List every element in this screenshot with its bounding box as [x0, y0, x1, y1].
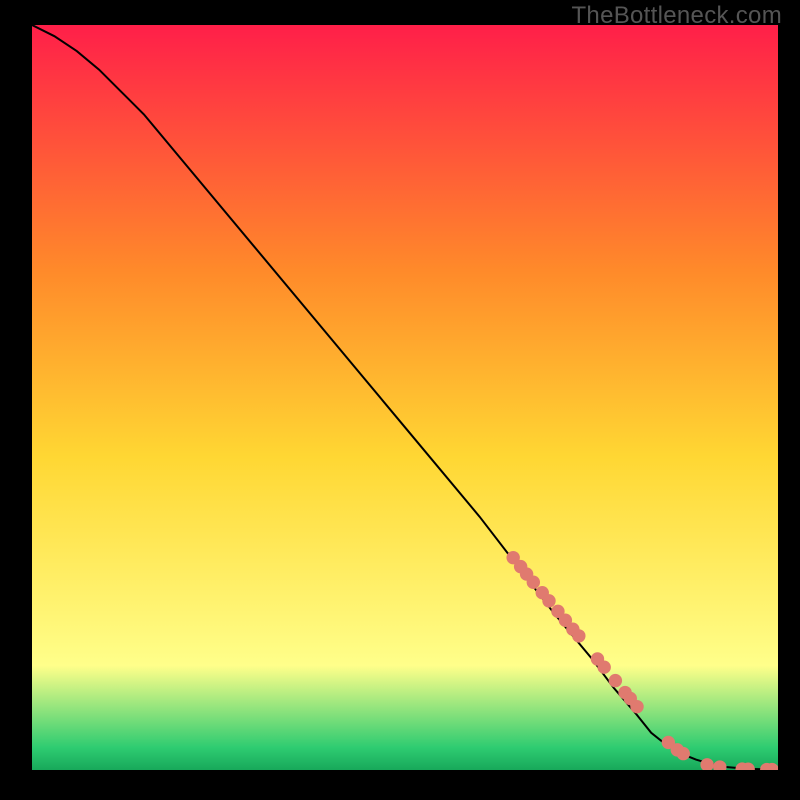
highlight-dot: [572, 629, 585, 642]
chart-svg: [32, 25, 778, 770]
plot-area: [32, 25, 778, 770]
chart-stage: TheBottleneck.com: [0, 0, 800, 800]
highlight-dot: [542, 594, 555, 607]
highlight-dot: [677, 747, 690, 760]
highlight-dot: [597, 660, 610, 673]
highlight-dot: [630, 700, 643, 713]
highlight-dot: [609, 674, 622, 687]
highlight-dot: [527, 576, 540, 589]
gradient-background: [32, 25, 778, 770]
